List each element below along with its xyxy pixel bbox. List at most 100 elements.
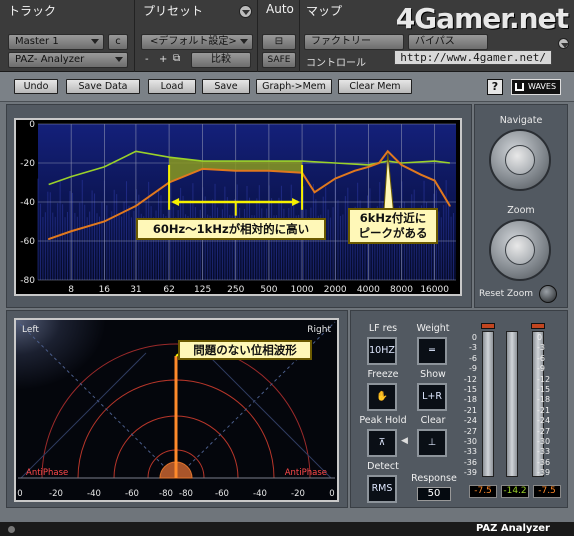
- clear-icon: ⊥: [427, 437, 437, 448]
- navigate-knob[interactable]: [489, 129, 551, 191]
- phase-right-label: Right: [307, 325, 331, 335]
- phase-x-tick-label: -60: [125, 489, 139, 499]
- meter-scale-right-tick: -12: [537, 374, 551, 384]
- help-button[interactable]: ?: [487, 79, 503, 95]
- factory-selector[interactable]: ファクトリー: [304, 34, 404, 50]
- current-point: [400, 164, 403, 166]
- preset-plus-button[interactable]: +: [159, 54, 167, 65]
- reset-zoom-button[interactable]: [539, 285, 557, 303]
- save-button[interactable]: Save: [202, 79, 250, 94]
- undo-button[interactable]: Undo: [14, 79, 58, 94]
- map-label: マップ: [306, 4, 343, 18]
- safe-button[interactable]: SAFE: [262, 52, 296, 68]
- current-point: [47, 238, 50, 240]
- peak-hold-button[interactable]: ⊼: [367, 429, 397, 457]
- reset-zoom-label: Reset Zoom: [479, 289, 533, 299]
- current-point: [449, 205, 451, 207]
- zoom-knob[interactable]: [489, 219, 551, 281]
- save-data-button[interactable]: Save Data: [66, 79, 140, 94]
- navigate-cross-icon: [505, 145, 535, 175]
- phase-x-tick-label: -80: [179, 489, 193, 499]
- automation-icon: ⊟: [274, 36, 284, 47]
- y-tick-label: -60: [20, 237, 35, 247]
- current-point: [420, 173, 422, 176]
- navigate-panel: Navigate Zoom Reset Zoom: [474, 104, 568, 308]
- clear-mem-button[interactable]: Clear Mem: [338, 79, 412, 94]
- show-button[interactable]: L+R: [417, 383, 447, 411]
- meter-scale-left-tick: -33: [463, 447, 477, 457]
- meter-scale-left-tick: -27: [463, 426, 477, 436]
- plugin-toolbar: Undo Save Data Load Save Graph->Mem Clea…: [0, 72, 574, 102]
- current-point: [135, 205, 137, 207]
- meter-scale-right-tick: -3: [537, 343, 545, 353]
- track-label: トラック: [8, 4, 57, 18]
- center-meter: [506, 331, 518, 477]
- zoom-magnifier-icon: [505, 235, 535, 265]
- control-label: コントロール: [306, 58, 366, 69]
- auto-label: Auto: [266, 2, 294, 16]
- freeze-label: Freeze: [367, 369, 399, 380]
- left-peak-indicator: [481, 323, 495, 329]
- meter-scale-left-tick: -12: [463, 374, 477, 384]
- x-tick-label: 1000: [291, 285, 314, 294]
- track-channel-button[interactable]: c: [108, 34, 128, 50]
- factory-label: ファクトリー: [311, 36, 371, 47]
- phase-x-tick-label: -20: [291, 489, 305, 499]
- antiphase-right-label: AntiPhase: [285, 468, 327, 478]
- peak-hold-icon: ⊼: [378, 437, 386, 448]
- preset-minus-button[interactable]: -: [145, 54, 149, 65]
- phase-x-tick-label: 0: [329, 489, 334, 499]
- meter-scale-right-tick: -24: [537, 416, 551, 426]
- current-point: [334, 177, 337, 180]
- track-name: Master 1: [15, 36, 59, 47]
- automation-button[interactable]: ⊟: [262, 34, 296, 50]
- meter-scale-right-tick: -21: [537, 405, 551, 415]
- meter-scale-right-tick: -15: [537, 385, 551, 394]
- x-tick-label: 500: [260, 285, 277, 294]
- preset-selector[interactable]: <デフォルト設定>: [141, 34, 253, 50]
- map-menu-icon[interactable]: [558, 38, 569, 49]
- x-tick-label: 250: [227, 285, 244, 294]
- controls-panel: LF res 10HZ Weight ═ Freeze ✋ Show L+R P…: [350, 310, 568, 508]
- weight-button[interactable]: ═: [417, 337, 447, 365]
- meter-scale-left-tick: -39: [463, 468, 477, 478]
- load-button[interactable]: Load: [148, 79, 196, 94]
- meter-scale-right-tick: -33: [537, 447, 551, 457]
- compare-button[interactable]: 比較: [191, 52, 251, 68]
- meter-scale-left-tick: -30: [463, 437, 477, 446]
- response-value[interactable]: 50: [417, 487, 451, 501]
- x-tick-label: 16: [99, 285, 111, 294]
- center-meter-value: -14.2: [501, 485, 529, 498]
- phase-x-tick-label: -40: [87, 489, 101, 499]
- meter-scale-right-tick: -18: [537, 395, 551, 405]
- plugin-selector[interactable]: PAZ- Analyzer: [8, 52, 128, 68]
- detect-button[interactable]: RMS: [367, 475, 397, 503]
- bypass-label: バイパス: [415, 36, 455, 47]
- copy-icon[interactable]: ⧉: [173, 53, 180, 64]
- track-selector[interactable]: Master 1: [8, 34, 104, 50]
- y-tick-label: -40: [20, 198, 35, 208]
- current-point: [313, 191, 316, 194]
- clear-label: Clear: [420, 415, 446, 426]
- meter-scale-right-tick: -39: [537, 468, 551, 478]
- current-point: [201, 168, 204, 170]
- preset-menu-icon[interactable]: [239, 5, 252, 18]
- meter-scale-left-tick: -36: [463, 457, 477, 467]
- spectrum-display[interactable]: 0 -20 -40 -60 -80 8 16 31 62 125 250 500 1000 2000 400…: [14, 118, 462, 296]
- freeze-button[interactable]: ✋: [367, 383, 397, 411]
- left-arrow-icon: ◀: [401, 436, 408, 446]
- resize-handle-icon[interactable]: [8, 526, 15, 533]
- x-tick-label: 62: [163, 285, 174, 294]
- waves-brand: WAVES: [528, 82, 557, 91]
- x-tick-label: 125: [194, 285, 211, 294]
- watermark-logo: 4Gamer.net: [395, 2, 569, 35]
- spectrum-graph: 0 -20 -40 -60 -80 8 16 31 62 125 250 500 1000 2000 400…: [20, 120, 456, 295]
- y-tick-label: -80: [20, 276, 35, 286]
- graph-to-mem-button[interactable]: Graph->Mem: [256, 79, 332, 94]
- clear-button[interactable]: ⊥: [417, 429, 447, 457]
- bypass-button[interactable]: バイパス: [408, 34, 488, 50]
- meter-scale-left-tick: -9: [469, 364, 477, 374]
- meter-scale-left-tick: -15: [463, 385, 477, 394]
- lf-res-button[interactable]: 10HZ: [367, 337, 397, 365]
- meter-scale-right-tick: -6: [537, 353, 545, 363]
